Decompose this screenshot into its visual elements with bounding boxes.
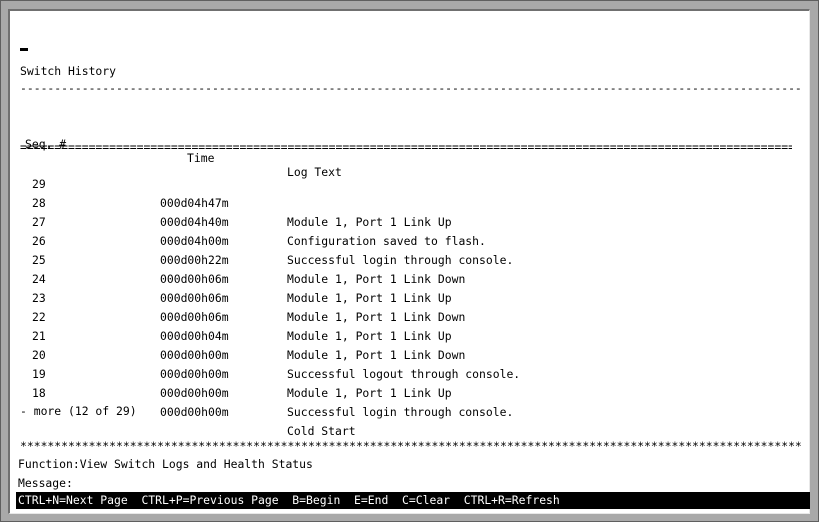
row-time: 000d04h00m [160, 234, 229, 248]
table-row: 21 000d00h00m Successful logout through … [20, 308, 520, 381]
table-row: 19 000d00h00m Successful login through c… [20, 346, 513, 419]
row-log-text: Module 1, Port 1 Link Down [287, 348, 466, 362]
column-header-log-text: Log Text [287, 165, 342, 179]
function-line: Function:View Switch Logs and Health Sta… [18, 457, 313, 471]
row-log-text: Successful login through console. [287, 253, 514, 267]
message-line: Message: [18, 476, 73, 490]
table-row: 22 000d00h04m Module 1, Port 1 Link Down [20, 289, 465, 362]
row-log-text: Successful logout through console. [287, 367, 521, 381]
table-row: 26 000d00h22m Module 1, Port 1 Link Down [20, 213, 465, 286]
row-log-text: Module 1, Port 1 Link Up [287, 215, 452, 229]
hotkey-bar[interactable]: CTRL+N=Next Page CTRL+P=Previous Page B=… [16, 492, 810, 509]
more-indicator: - more (12 of 29) [20, 404, 137, 418]
table-row: 25 000d00h06m Module 1, Port 1 Link Up [20, 232, 452, 305]
table-row: 24 000d00h06m Module 1, Port 1 Link Down [20, 251, 465, 324]
window-frame: Switch History -------------------------… [0, 0, 819, 522]
title-divider: ----------------------------------------… [20, 81, 802, 95]
row-time: 000d00h04m [160, 329, 229, 343]
table-row: 29 000d04h47m Module 1, Port 1 Link Up [20, 156, 452, 229]
table-row: 27 000d04h00m Successful login through c… [20, 194, 513, 267]
row-time: 000d00h06m [160, 310, 229, 324]
row-log-text: Successful login through console. [287, 405, 514, 419]
row-log-text: Module 1, Port 1 Link Up [287, 291, 452, 305]
row-time: 000d04h47m [160, 196, 229, 210]
console-screen: Switch History -------------------------… [8, 9, 810, 514]
status-divider: ****************************************… [20, 439, 802, 453]
table-row: 18 000d00h00m Cold Start [20, 365, 356, 438]
text-cursor [20, 48, 28, 51]
table-row: 23 000d00h06m Module 1, Port 1 Link Up [20, 270, 452, 343]
row-seq: 18 [32, 386, 46, 400]
row-time: 000d00h00m [160, 386, 229, 400]
row-time: 000d00h00m [160, 367, 229, 381]
row-log-text: Module 1, Port 1 Link Up [287, 329, 452, 343]
row-time: 000d00h00m [160, 348, 229, 362]
header-divider: ========================================… [20, 140, 792, 154]
row-time: 000d04h40m [160, 215, 229, 229]
screen-title: Switch History [20, 64, 117, 78]
row-log-text: Configuration saved to flash. [287, 234, 486, 248]
table-header: Seq. # Time Log Text [20, 123, 802, 193]
row-log-text: Module 1, Port 1 Link Up [287, 386, 452, 400]
row-time: 000d00h22m [160, 253, 229, 267]
row-time: 000d00h06m [160, 291, 229, 305]
table-row: 20 000d00h00m Module 1, Port 1 Link Up [20, 327, 452, 400]
row-log-text: Module 1, Port 1 Link Down [287, 272, 466, 286]
row-time: 000d00h00m [160, 405, 229, 419]
row-time: 000d00h06m [160, 272, 229, 286]
table-row: 28 000d04h40m Configuration saved to fla… [20, 175, 486, 248]
row-log-text: Module 1, Port 1 Link Down [287, 310, 466, 324]
